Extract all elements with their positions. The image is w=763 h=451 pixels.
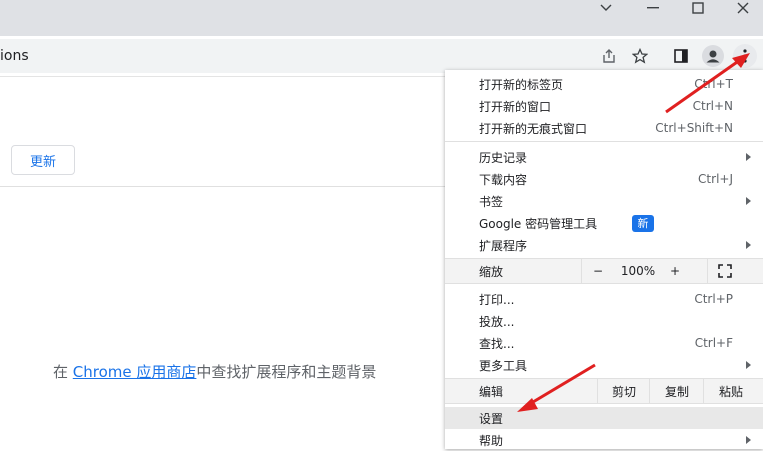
arrow-to-settings-icon — [517, 363, 596, 412]
annotation-arrows — [517, 53, 750, 412]
arrow-to-menu-button-icon — [665, 53, 750, 114]
